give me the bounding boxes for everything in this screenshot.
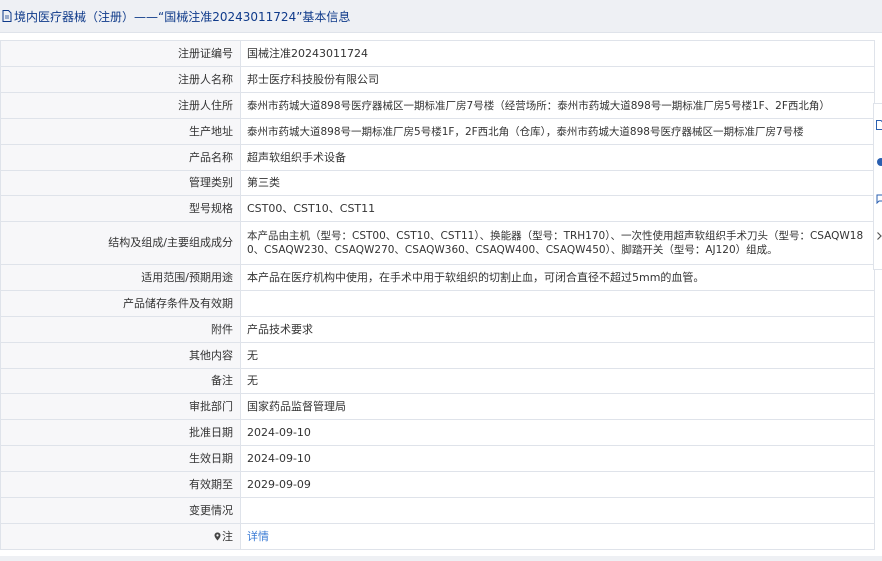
row-label: 注册人名称 [0,66,241,93]
table-row: 注册证编号 国械注准20243011724 [0,40,875,67]
row-label: 结构及组成/主要组成成分 [0,221,241,265]
row-label: 生效日期 [0,445,241,472]
chevron-right-icon[interactable] [876,231,882,241]
row-value: CST00、CST10、CST11 [240,195,875,222]
row-label: 注册证编号 [0,40,241,67]
row-label: 型号规格 [0,195,241,222]
row-value [240,290,875,317]
row-value [240,497,875,524]
row-label: 备注 [0,368,241,394]
row-value: 国械注准20243011724 [240,40,875,67]
row-label: 变更情况 [0,497,241,524]
table-row: 其他内容 无 [0,342,875,369]
row-value: 本产品由主机（型号：CST00、CST10、CST11）、换能器（型号：TRH1… [240,221,875,265]
row-label: 批准日期 [0,419,241,446]
row-label: 附件 [0,316,241,343]
document-icon [2,10,12,22]
row-value: 泰州市药城大道898号一期标准厂房5号楼1F，2F西北角（仓库），泰州市药城大道… [240,118,875,145]
row-label: 审批部门 [0,393,241,420]
title-bar: 境内医疗器械（注册）——“国械注准20243011724”基本信息 [0,0,882,33]
row-value: 2029-09-09 [240,471,875,498]
table-row: 备注 无 [0,368,875,394]
row-value: 无 [240,342,875,369]
row-value: 国家药品监督管理局 [240,393,875,420]
row-label: 适用范围/预期用途 [0,264,241,291]
table-row: 产品储存条件及有效期 [0,290,875,317]
row-label: 产品名称 [0,144,241,171]
table-row: 管理类别 第三类 [0,170,875,196]
table-row: 注 详情 [0,523,875,550]
document-icon[interactable] [876,120,882,130]
row-value: 详情 [240,523,875,550]
side-toolbar[interactable] [873,103,882,270]
row-label: 管理类别 [0,170,241,196]
row-label: 注 [0,523,241,550]
row-value: 2024-09-10 [240,419,875,446]
table-row: 有效期至 2029-09-09 [0,471,875,498]
details-link[interactable]: 详情 [247,530,269,543]
row-value: 超声软组织手术设备 [240,144,875,171]
row-value: 2024-09-10 [240,445,875,472]
row-label: 有效期至 [0,471,241,498]
row-value: 第三类 [240,170,875,196]
table-row: 生效日期 2024-09-10 [0,445,875,472]
table-row: 注册人名称 邦士医疗科技股份有限公司 [0,66,875,93]
comment-icon[interactable] [876,194,882,204]
table-row: 注册人住所 泰州市药城大道898号医疗器械区一期标准厂房7号楼（经营场所：泰州市… [0,92,875,119]
table-row: 附件 产品技术要求 [0,316,875,343]
circle-icon[interactable] [876,157,882,167]
bottom-strip [0,556,882,561]
table-row: 结构及组成/主要组成成分 本产品由主机（型号：CST00、CST10、CST11… [0,221,875,265]
table-row: 适用范围/预期用途 本产品在医疗机构中使用，在手术中用于软组织的切割止血，可闭合… [0,264,875,291]
row-value: 泰州市药城大道898号医疗器械区一期标准厂房7号楼（经营场所：泰州市药城大道89… [240,92,875,119]
map-pin-icon [214,532,221,540]
table-row: 批准日期 2024-09-10 [0,419,875,446]
table-row: 产品名称 超声软组织手术设备 [0,144,875,171]
row-label: 注册人住所 [0,92,241,119]
row-label: 产品储存条件及有效期 [0,290,241,317]
table-row: 生产地址 泰州市药城大道898号一期标准厂房5号楼1F，2F西北角（仓库），泰州… [0,118,875,145]
table-row: 型号规格 CST00、CST10、CST11 [0,195,875,222]
row-value: 本产品在医疗机构中使用，在手术中用于软组织的切割止血，可闭合直径不超过5mm的血… [240,264,875,291]
table-row: 变更情况 [0,497,875,524]
page-title: 境内医疗器械（注册）——“国械注准20243011724”基本信息 [14,9,351,24]
detail-table: 注册证编号 国械注准20243011724 注册人名称 邦士医疗科技股份有限公司… [0,40,875,550]
row-value: 无 [240,368,875,394]
table-row: 审批部门 国家药品监督管理局 [0,393,875,420]
row-value: 产品技术要求 [240,316,875,343]
row-value: 邦士医疗科技股份有限公司 [240,66,875,93]
row-label: 生产地址 [0,118,241,145]
row-label: 其他内容 [0,342,241,369]
note-label: 注 [222,529,233,543]
